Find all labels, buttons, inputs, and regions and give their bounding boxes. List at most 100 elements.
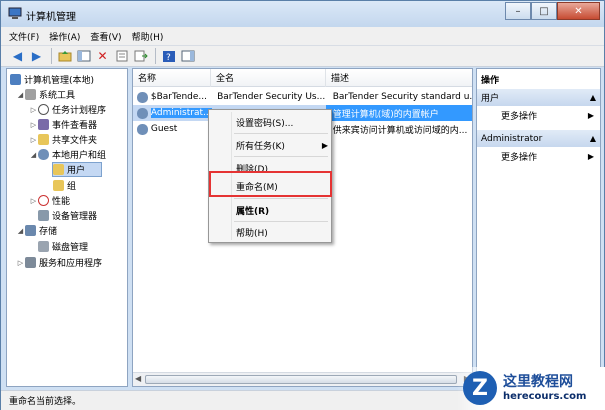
user-description: BarTender Security standard u...: [332, 92, 472, 102]
tree-item-groups[interactable]: 组: [53, 178, 76, 193]
back-icon[interactable]: ◀: [9, 48, 26, 65]
user-icon: [137, 107, 148, 119]
watermark-title: 这里教程网: [503, 374, 573, 390]
column-name[interactable]: 名称: [133, 68, 211, 87]
collapsed-arrow-icon[interactable]: ▷: [29, 121, 38, 129]
svg-text:?: ?: [166, 53, 171, 63]
menu-file[interactable]: 文件(F): [9, 30, 39, 43]
user-fullname: BarTender Security Us...: [217, 92, 326, 102]
actions-group-users[interactable]: 用户 ▲: [477, 89, 600, 106]
event-viewer-icon: [38, 119, 49, 130]
help-icon[interactable]: ?: [160, 48, 177, 65]
computer-management-icon: [10, 74, 21, 85]
tree-item-root[interactable]: 计算机管理(本地): [10, 72, 94, 87]
menu-help[interactable]: 帮助(H): [132, 30, 164, 43]
tree-item-task-scheduler[interactable]: ▷ 任务计划程序: [29, 102, 106, 117]
tree-item-system-tools[interactable]: ◢ 系统工具: [16, 87, 75, 102]
table-row[interactable]: $BarTende... BarTender Security Us... Ba…: [133, 89, 472, 105]
tree-item-services-applications[interactable]: ▷ 服务和应用程序: [16, 255, 102, 270]
user-description: 管理计算机(域)的内置帐户: [332, 109, 439, 120]
menu-item-properties[interactable]: 属性(R): [236, 202, 269, 218]
more-actions-administrator[interactable]: 更多操作 ▶: [477, 148, 600, 165]
menu-separator: [234, 156, 328, 157]
scrollbar-thumb[interactable]: [145, 375, 457, 384]
folder-icon: [53, 164, 64, 175]
collapsed-arrow-icon[interactable]: ▷: [16, 259, 25, 267]
column-description[interactable]: 描述: [326, 69, 472, 87]
delete-icon[interactable]: ✕: [94, 48, 111, 65]
services-icon: [25, 257, 36, 268]
user-icon: [137, 91, 148, 103]
console-tree-pane: 计算机管理(本地) ◢ 系统工具 ▷ 任务计划程序 ▷ 事件查看器 ▷ 共享文件…: [6, 68, 128, 387]
shared-folder-icon: [38, 134, 49, 145]
close-button[interactable]: ✕: [557, 2, 600, 20]
user-icon: [137, 123, 148, 135]
clock-icon: [38, 104, 49, 115]
title-bar[interactable]: 计算机管理 – □ ✕: [1, 1, 604, 27]
highlight-box: [209, 171, 332, 197]
performance-icon: [38, 195, 49, 206]
device-manager-icon: [38, 210, 49, 221]
menu-separator: [234, 198, 328, 199]
tree-item-event-viewer[interactable]: ▷ 事件查看器: [29, 117, 97, 132]
collapsed-arrow-icon[interactable]: ▷: [29, 106, 38, 114]
actions-header: 操作: [481, 76, 500, 86]
minimize-button[interactable]: –: [505, 2, 531, 20]
tree-item-performance[interactable]: ▷ 性能: [29, 193, 70, 208]
submenu-arrow-icon: ▶: [321, 140, 328, 150]
menu-view[interactable]: 查看(V): [90, 30, 121, 43]
horizontal-scrollbar[interactable]: ◀ ▶: [133, 372, 472, 386]
computer-management-window: 计算机管理 – □ ✕ 文件(F) 操作(A) 查看(V) 帮助(H) ◀ ▶ …: [0, 0, 605, 410]
folder-icon: [53, 180, 64, 191]
expanded-arrow-icon[interactable]: ◢: [16, 91, 25, 99]
toolbar-separator: [51, 48, 52, 64]
tree-item-device-manager[interactable]: 设备管理器: [38, 208, 97, 223]
tree-item-disk-management[interactable]: 磁盘管理: [38, 239, 88, 254]
user-name: Administrat...: [150, 108, 213, 118]
submenu-arrow-icon: ▶: [587, 111, 594, 120]
column-fullname[interactable]: 全名: [211, 68, 326, 87]
show-action-pane-icon[interactable]: [179, 48, 196, 65]
user-description: 供来宾访问计算机或访问域的内...: [332, 125, 468, 136]
properties-icon[interactable]: [113, 48, 130, 65]
more-actions-users[interactable]: 更多操作 ▶: [477, 107, 600, 124]
export-list-icon[interactable]: [132, 48, 149, 65]
status-text: 重命名当前选择。: [9, 397, 82, 407]
forward-icon[interactable]: ▶: [28, 48, 45, 65]
scroll-left-icon[interactable]: ◀: [135, 374, 141, 383]
user-name: $BarTende...: [150, 92, 208, 102]
disk-icon: [38, 241, 49, 252]
tree-item-storage[interactable]: ◢ 存储: [16, 223, 57, 238]
watermark: Z 这里教程网 herecours.com: [457, 367, 605, 410]
menu-bar: 文件(F) 操作(A) 查看(V) 帮助(H): [1, 27, 604, 45]
tree-item-users[interactable]: 用户: [52, 162, 102, 177]
collapse-up-icon[interactable]: ▲: [590, 93, 596, 102]
collapsed-arrow-icon[interactable]: ▷: [29, 136, 38, 144]
submenu-arrow-icon: ▶: [587, 152, 594, 161]
list-header: 名称 全名 描述: [133, 68, 472, 87]
collapse-up-icon[interactable]: ▲: [590, 134, 596, 143]
show-hide-tree-icon[interactable]: [75, 48, 92, 65]
tree-item-shared-folders[interactable]: ▷ 共享文件夹: [29, 132, 97, 147]
menu-action[interactable]: 操作(A): [49, 30, 80, 43]
maximize-button[interactable]: □: [531, 2, 557, 20]
toolbar: ◀ ▶ ✕ ?: [1, 45, 604, 67]
computer-management-icon: [8, 7, 22, 20]
toolbar-separator: [155, 48, 156, 64]
expanded-arrow-icon[interactable]: ◢: [29, 151, 38, 159]
actions-pane: 操作 用户 ▲ 更多操作 ▶ Administrator ▲ 更多操作 ▶: [476, 68, 601, 387]
users-icon: [38, 149, 49, 160]
actions-group-administrator[interactable]: Administrator ▲: [477, 130, 600, 147]
menu-item-all-tasks[interactable]: 所有任务(K) ▶: [236, 137, 328, 153]
expanded-arrow-icon[interactable]: ◢: [16, 227, 25, 235]
window-title: 计算机管理: [26, 12, 76, 23]
tree-item-local-users-groups[interactable]: ◢ 本地用户和组: [29, 147, 106, 162]
collapsed-arrow-icon[interactable]: ▷: [29, 197, 38, 205]
menu-item-set-password[interactable]: 设置密码(S)...: [236, 114, 326, 130]
watermark-url: herecours.com: [503, 391, 587, 402]
watermark-logo: Z: [463, 371, 497, 405]
menu-item-help[interactable]: 帮助(H): [236, 224, 268, 240]
menu-separator: [234, 221, 328, 222]
system-tools-icon: [25, 89, 36, 100]
up-folder-icon[interactable]: [56, 48, 73, 65]
